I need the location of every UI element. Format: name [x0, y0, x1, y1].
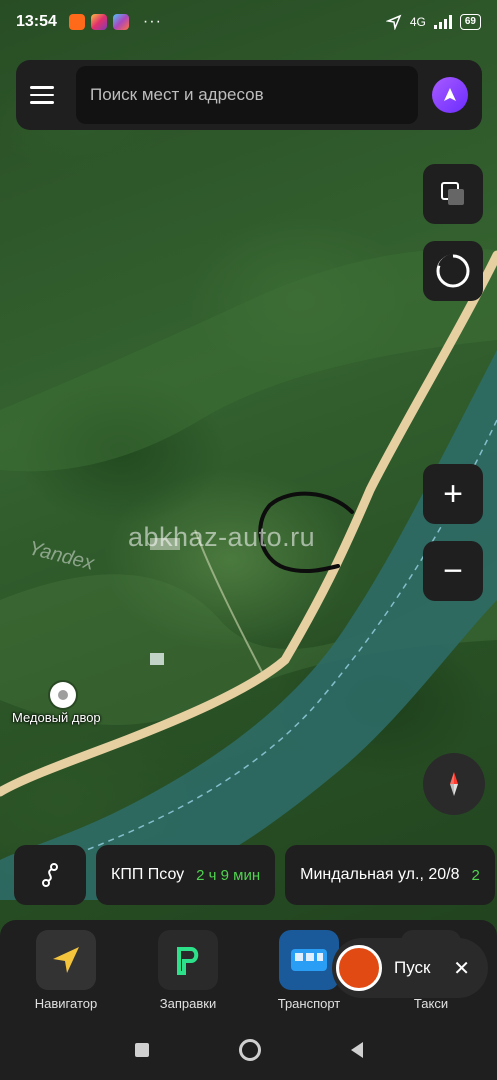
- status-bar: 13:54 ··· 4G 69: [0, 0, 497, 44]
- status-time: 13:54: [16, 13, 57, 30]
- route-time: 2: [471, 866, 480, 884]
- status-indicators: 4G 69: [385, 14, 481, 30]
- route-strip: КПП Псоу 2 ч 9 мин Миндальная ул., 20/8 …: [14, 845, 497, 905]
- shortcut-navigator[interactable]: Навигатор: [21, 930, 111, 1011]
- zoom-out-button[interactable]: −: [423, 541, 483, 601]
- layers-icon: [441, 182, 464, 205]
- gallery-icon: [112, 14, 129, 30]
- search-panel: Поиск мест и адресов: [16, 60, 482, 130]
- zoom-in-button[interactable]: +: [423, 464, 483, 524]
- pusk-pill[interactable]: Пуск ✕: [332, 938, 488, 998]
- pusk-label: Пуск: [394, 958, 431, 977]
- alice-circle-button[interactable]: [423, 241, 483, 301]
- navigator-icon: [36, 930, 96, 990]
- fuel-icon: [158, 930, 218, 990]
- compass-icon: [450, 772, 458, 796]
- transport-icon: [279, 930, 339, 990]
- location-arrow-icon: [385, 14, 402, 30]
- search-input[interactable]: Поиск мест и адресов: [76, 66, 418, 124]
- back-button[interactable]: [350, 1042, 363, 1058]
- route-name: КПП Псоу: [111, 866, 185, 883]
- route-name: Миндальная ул., 20/8: [300, 866, 460, 883]
- recents-button[interactable]: [134, 1043, 149, 1057]
- shortcut-fuel[interactable]: Заправки: [143, 930, 233, 1011]
- video-app-icon: [68, 14, 85, 30]
- route-time: 2 ч 9 мин: [196, 866, 261, 884]
- battery-indicator: 69: [459, 14, 481, 30]
- signal-icon: [433, 15, 452, 29]
- alice-icon[interactable]: [432, 77, 468, 113]
- status-app-icons: ···: [68, 13, 162, 31]
- shortcut-label: Навигатор: [34, 996, 98, 1011]
- home-button[interactable]: [238, 1039, 261, 1061]
- alice-circle-icon: [436, 254, 470, 288]
- shortcut-label: Такси: [413, 996, 449, 1011]
- system-navbar: [0, 1020, 497, 1080]
- menu-icon[interactable]: [30, 81, 58, 109]
- poi-label[interactable]: Медовый двор: [12, 710, 101, 725]
- compass-button[interactable]: [423, 753, 485, 815]
- route-button[interactable]: [14, 845, 86, 905]
- record-icon[interactable]: [336, 945, 382, 991]
- more-notifications-icon: ···: [142, 13, 162, 30]
- route-card-mindalnaya[interactable]: Миндальная ул., 20/8 2: [285, 845, 495, 905]
- watermark: abkhaz-auto.ru: [128, 522, 316, 552]
- route-icon: [42, 863, 58, 887]
- shortcut-label: Транспорт: [277, 996, 341, 1011]
- poi-marker-dot: [58, 690, 68, 700]
- layers-button[interactable]: [423, 164, 483, 224]
- poi-marker[interactable]: [50, 682, 76, 708]
- shortcut-label: Заправки: [159, 996, 217, 1011]
- route-card-kpp[interactable]: КПП Псоу 2 ч 9 мин: [96, 845, 276, 905]
- map-view[interactable]: Yandex abkhaz-auto.ru Медовый двор: [0, 0, 497, 1080]
- network-label: 4G: [409, 15, 426, 29]
- instagram-icon: [90, 14, 107, 30]
- close-icon[interactable]: ✕: [453, 956, 470, 981]
